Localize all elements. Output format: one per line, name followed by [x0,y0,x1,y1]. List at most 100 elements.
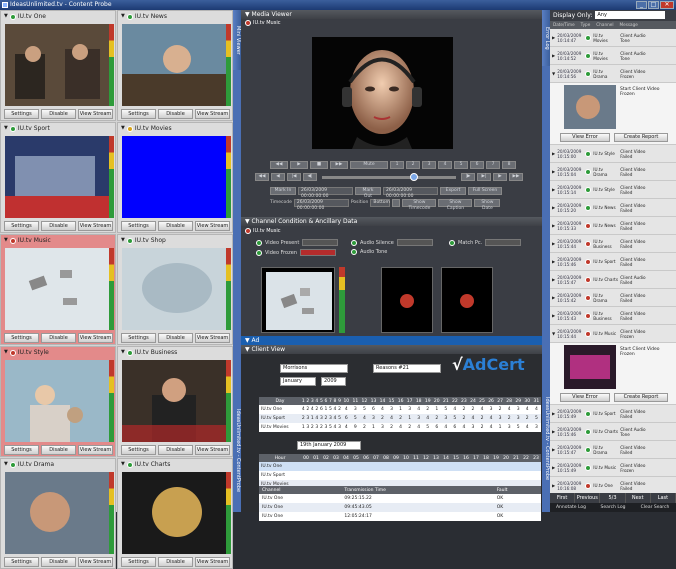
collapse-icon[interactable]: ▼ [121,459,125,470]
hour-cell[interactable] [511,471,521,480]
expand-icon[interactable]: ▶ [552,429,555,434]
cal-cell[interactable]: 4 [450,405,459,414]
cal-cell[interactable]: 6 [342,414,351,423]
cal-cell[interactable]: 5 [360,405,369,414]
reason-field[interactable]: Reasons #21 [373,364,441,373]
expand-icon[interactable]: ▶ [552,465,555,470]
cal-cell[interactable]: 4 [378,405,387,414]
hour-cell[interactable] [461,462,471,471]
hour-cell[interactable] [441,471,451,480]
expand-icon[interactable]: ▶ [552,313,555,318]
cal-cell[interactable]: 4 [487,414,496,423]
collapse-icon[interactable]: ▼ [121,347,125,358]
pager-button[interactable]: Previous [575,493,601,503]
hour-cell[interactable] [491,471,501,480]
skip-back-icon[interactable]: ◀◀ [255,173,269,181]
rewind-icon[interactable]: ◀◀ [270,161,288,169]
channel-6-button[interactable]: 6 [470,161,484,169]
day-header[interactable]: 12 [359,397,369,405]
cal-cell[interactable]: 4 [342,423,351,432]
channel-8-button[interactable]: 8 [502,161,516,169]
disable-button[interactable]: Disable [41,557,76,567]
cal-cell[interactable]: 3 [405,405,414,414]
expand-icon[interactable]: ▶ [552,169,555,174]
hour-cell[interactable] [301,471,311,480]
view-stream-button[interactable]: View Stream [195,221,230,231]
hour-cell[interactable] [401,471,411,480]
expand-icon[interactable]: ▶ [552,205,555,210]
hour-cell[interactable] [451,462,461,471]
cal-cell[interactable]: 2 [505,414,514,423]
channel-4-button[interactable]: 4 [438,161,452,169]
day-header[interactable]: 24 [468,397,478,405]
collapse-icon[interactable]: ▼ [4,123,8,134]
log-item[interactable]: ▼ 20/03/2009 10:14:56 IU.tv Drama Client Vid… [550,65,676,83]
hour-cell[interactable] [371,462,381,471]
close-icon[interactable]: ✕ [660,1,674,9]
channel-thumbnail[interactable] [5,248,109,330]
checkbox-icon[interactable] [392,199,401,207]
fast-forward-icon[interactable]: ▶▶ [330,161,348,169]
cal-cell[interactable]: 5 [441,405,450,414]
view-error-button[interactable]: View Error [560,393,610,402]
log-action-button[interactable]: Search Log [592,503,634,512]
cal-cell[interactable]: 1 [369,423,378,432]
hour-cell[interactable] [401,462,411,471]
day-header[interactable]: 10 [341,397,351,405]
settings-button[interactable]: Settings [4,221,39,231]
day-header[interactable]: 17 [405,397,415,405]
hour-header[interactable]: 18 [481,454,491,462]
view-stream-button[interactable]: View Stream [78,557,113,567]
hour-cell[interactable] [311,462,321,471]
channel-thumbnail[interactable] [5,24,109,106]
hour-header[interactable]: 13 [431,454,441,462]
view-stream-button[interactable]: View Stream [78,221,113,231]
expand-icon[interactable]: ▶ [552,151,555,156]
log-action-button[interactable]: Annotate Log [550,503,592,512]
timecode-field[interactable]: 26/03/2009 00:00:00:00 [293,199,349,211]
show-timecode-button[interactable]: Show Timecode [402,199,437,211]
cal-cell[interactable]: 6 [450,423,459,432]
cal-cell[interactable]: 4 [441,423,450,432]
media-viewer-header[interactable]: ▼ Media Viewer [241,10,542,19]
channel-thumbnail[interactable] [122,136,226,218]
hour-cell[interactable] [501,462,511,471]
hour-header[interactable]: 04 [341,454,351,462]
view-stream-button[interactable]: View Stream [195,445,230,455]
hour-cell[interactable] [381,462,391,471]
mark-out-button[interactable]: Mark Out [355,187,381,199]
cal-cell[interactable]: 2 [468,405,477,414]
adbar-header[interactable]: ▼ Ad [241,336,542,345]
cal-cell[interactable]: 4 [477,405,486,414]
hour-cell[interactable] [441,462,451,471]
cal-cell[interactable]: 4 [532,405,541,414]
log-item[interactable]: ▶ 20/03/2009 10:15:44 IU.tv Business Client … [550,235,676,253]
collapse-icon[interactable]: ▼ [121,123,125,134]
export-button[interactable]: Export [440,187,466,195]
hour-cell[interactable] [431,462,441,471]
channel-thumbnail[interactable] [122,472,226,554]
cal-cell[interactable]: 2 [387,423,396,432]
hour-cell[interactable] [471,471,481,480]
condition-header[interactable]: ▼ Channel Condition & Ancillary Data [241,217,542,226]
hour-header[interactable]: 23 [531,454,541,462]
hour-header[interactable]: 06 [361,454,371,462]
cal-cell[interactable]: 2 [405,423,414,432]
hour-cell[interactable] [321,462,331,471]
cal-cell[interactable]: 3 [514,414,523,423]
cal-cell[interactable]: 3 [496,414,505,423]
channel-tile[interactable]: ▼ IU.tv Charts Settings Disable View Stream [117,458,233,569]
cal-cell[interactable]: 4 [487,423,496,432]
hour-cell[interactable] [521,462,531,471]
play-icon[interactable]: ▶ [290,161,308,169]
cal-cell[interactable]: 1 [405,414,414,423]
day-header[interactable]: 14 [377,397,388,405]
tab-error-log[interactable]: Error Log [542,10,550,66]
disable-button[interactable]: Disable [41,333,76,343]
cal-cell[interactable]: 4 [505,405,514,414]
cal-cell[interactable]: 5 [351,414,360,423]
hour-cell[interactable] [411,462,421,471]
collapse-icon[interactable]: ▼ [4,235,8,246]
channel-7-button[interactable]: 7 [486,161,500,169]
disable-button[interactable]: Disable [41,109,76,119]
